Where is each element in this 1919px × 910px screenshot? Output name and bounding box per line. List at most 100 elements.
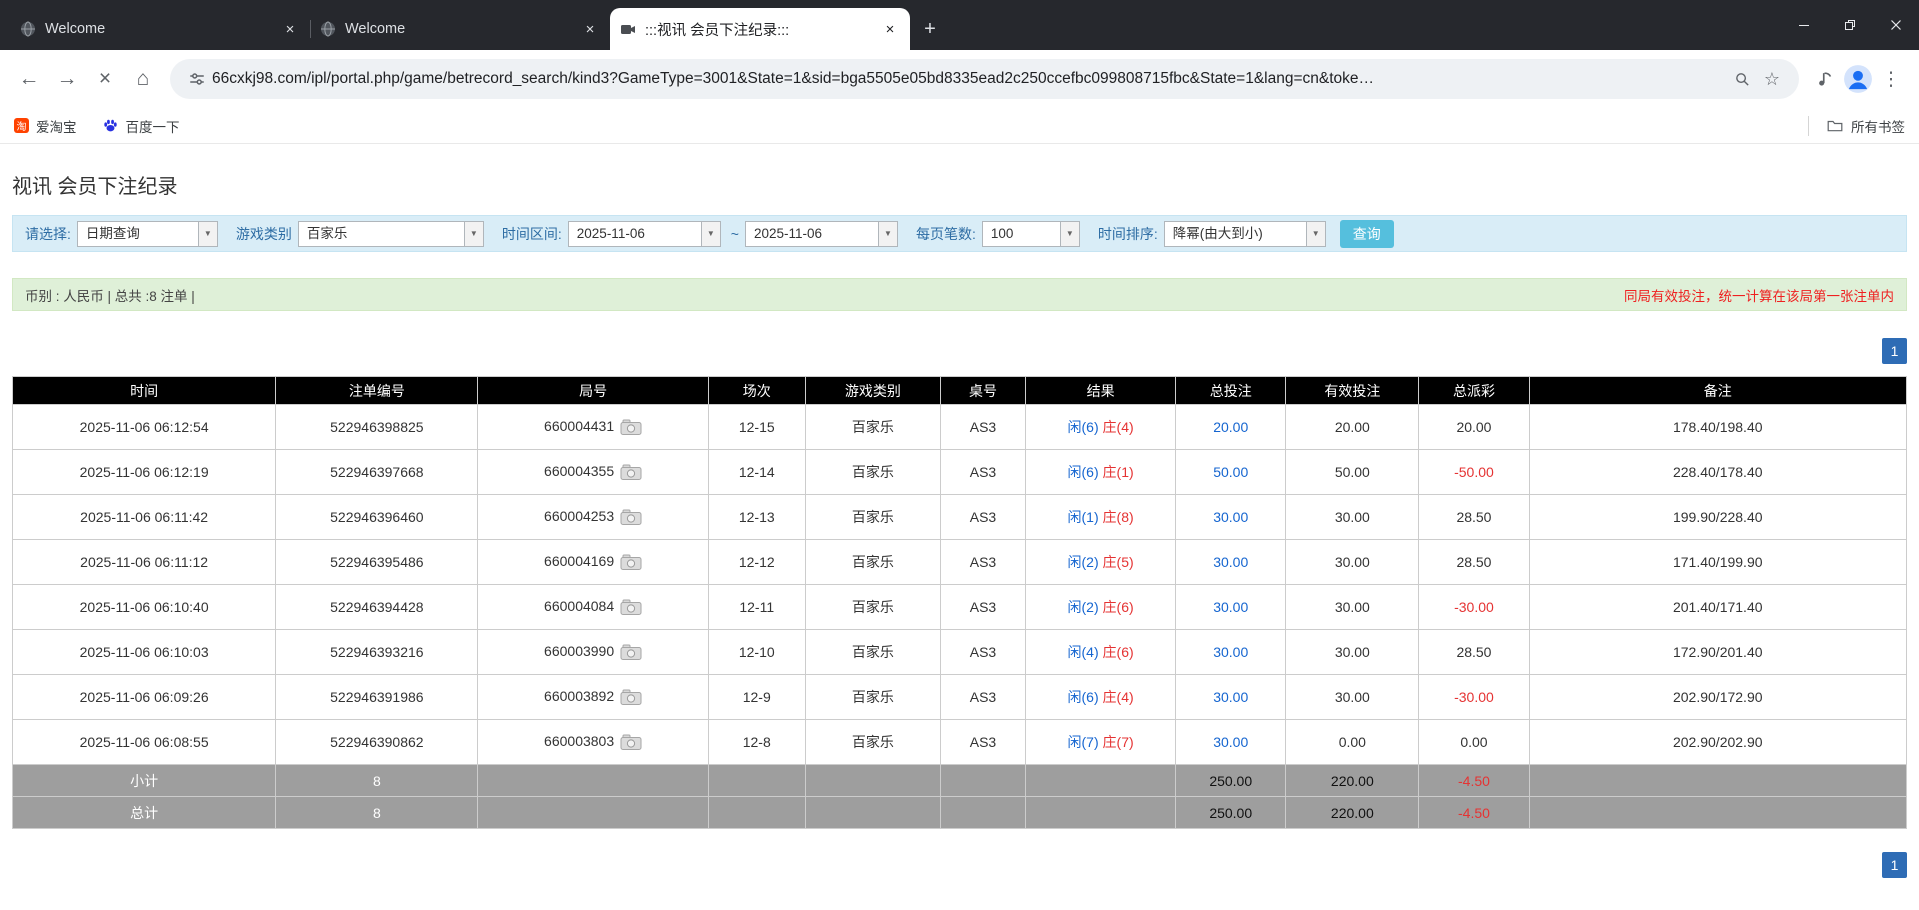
cell-time: 2025-11-06 06:12:19: [13, 450, 276, 495]
tab-welcome-2[interactable]: Welcome ×: [310, 8, 610, 50]
cell-time: 2025-11-06 06:12:54: [13, 405, 276, 450]
bookmark-star-icon[interactable]: ☆: [1757, 64, 1787, 94]
filter-label-sort: 时间排序:: [1098, 224, 1158, 244]
total-bet-link[interactable]: 30.00: [1176, 495, 1286, 540]
search-button[interactable]: 查询: [1340, 220, 1394, 248]
cell-valid-bet: 30.00: [1286, 585, 1419, 630]
replay-video-icon[interactable]: [620, 689, 642, 706]
chevron-down-icon: ▼: [878, 222, 897, 246]
total-row: 总计 8 250.00 220.00 -4.50: [13, 797, 1907, 829]
banker-result: 庄(4): [1103, 419, 1134, 435]
cell-session: 12-8: [708, 720, 805, 765]
page-1-button[interactable]: 1: [1882, 852, 1907, 878]
cell-round: 660003892: [478, 675, 708, 720]
all-bookmarks[interactable]: 所有书签: [1808, 116, 1905, 136]
replay-video-icon[interactable]: [620, 419, 642, 436]
cell-time: 2025-11-06 06:11:12: [13, 540, 276, 585]
total-bet-link[interactable]: 30.00: [1176, 585, 1286, 630]
replay-video-icon[interactable]: [620, 509, 642, 526]
folder-icon: [1827, 118, 1843, 134]
minimize-button[interactable]: [1781, 0, 1827, 50]
replay-video-icon[interactable]: [620, 554, 642, 571]
cell-session: 12-9: [708, 675, 805, 720]
bookmark-label: 百度一下: [126, 116, 180, 136]
page-size-select[interactable]: 100 ▼: [982, 221, 1080, 247]
stop-loading-button[interactable]: ×: [86, 60, 124, 98]
cell-table: AS3: [940, 675, 1025, 720]
filter-label-date-range: 时间区间:: [502, 224, 562, 244]
subtotal-count: 8: [276, 765, 478, 797]
media-controls-icon[interactable]: [1807, 61, 1843, 97]
back-button[interactable]: ←: [10, 60, 48, 98]
cell-bet-id: 522946391986: [276, 675, 478, 720]
game-type-select[interactable]: 百家乐 ▼: [298, 221, 484, 247]
forward-button[interactable]: →: [48, 60, 86, 98]
chevron-down-icon: ▼: [1060, 222, 1079, 246]
cell-game: 百家乐: [805, 675, 940, 720]
subtotal-row: 小计 8 250.00 220.00 -4.50: [13, 765, 1907, 797]
cell-bet-id: 522946398825: [276, 405, 478, 450]
cell-time: 2025-11-06 06:10:40: [13, 585, 276, 630]
query-type-select[interactable]: 日期查询 ▼: [77, 221, 218, 247]
tab-favicon-camera-icon: [620, 21, 636, 37]
replay-video-icon[interactable]: [620, 464, 642, 481]
cell-bet-id: 522946393216: [276, 630, 478, 675]
cell-game: 百家乐: [805, 540, 940, 585]
tab-title: Welcome: [45, 21, 271, 37]
address-bar[interactable]: 66cxkj98.com/ipl/portal.php/game/betreco…: [170, 59, 1799, 99]
replay-video-icon[interactable]: [620, 644, 642, 661]
cell-remark: 178.40/198.40: [1529, 405, 1906, 450]
cell-table: AS3: [940, 585, 1025, 630]
url-text[interactable]: 66cxkj98.com/ipl/portal.php/game/betreco…: [212, 70, 1727, 88]
replay-video-icon[interactable]: [620, 599, 642, 616]
cell-result: 闲(7) 庄(7): [1026, 720, 1176, 765]
cell-time: 2025-11-06 06:09:26: [13, 675, 276, 720]
zoom-icon[interactable]: [1727, 64, 1757, 94]
total-bet-link[interactable]: 30.00: [1176, 630, 1286, 675]
cell-result: 闲(6) 庄(1): [1026, 450, 1176, 495]
bookmark-aitaobao[interactable]: 淘 爱淘宝: [14, 116, 77, 136]
subtotal-payout: -4.50: [1419, 765, 1529, 797]
date-from-select[interactable]: 2025-11-06 ▼: [568, 221, 721, 247]
site-info-icon[interactable]: [182, 64, 212, 94]
total-bet-link[interactable]: 30.00: [1176, 540, 1286, 585]
bookmark-baidu[interactable]: 百度一下: [103, 116, 180, 136]
cell-remark: 199.90/228.40: [1529, 495, 1906, 540]
cell-game: 百家乐: [805, 720, 940, 765]
tab-close-icon[interactable]: ×: [280, 19, 300, 39]
total-bet-link[interactable]: 30.00: [1176, 720, 1286, 765]
profile-avatar[interactable]: [1843, 64, 1873, 94]
bookmark-label: 爱淘宝: [36, 116, 77, 136]
player-result: 闲(2): [1068, 599, 1099, 615]
browser-menu-icon[interactable]: ⋮: [1873, 61, 1909, 97]
player-result: 闲(2): [1068, 554, 1099, 570]
tab-welcome-1[interactable]: Welcome ×: [10, 8, 310, 50]
tab-close-icon[interactable]: ×: [880, 19, 900, 39]
tab-bet-records-active[interactable]: :::视讯 会员下注纪录::: ×: [610, 8, 910, 50]
subtotal-label: 小计: [13, 765, 276, 797]
cell-time: 2025-11-06 06:10:03: [13, 630, 276, 675]
table-row: 2025-11-06 06:12:54 522946398825 6600044…: [13, 405, 1907, 450]
date-to-select[interactable]: 2025-11-06 ▼: [745, 221, 898, 247]
replay-video-icon[interactable]: [620, 734, 642, 751]
total-bet-link[interactable]: 20.00: [1176, 405, 1286, 450]
new-tab-button[interactable]: +: [914, 13, 946, 45]
home-button[interactable]: ⌂: [124, 60, 162, 98]
cell-result: 闲(6) 庄(4): [1026, 675, 1176, 720]
cell-remark: 172.90/201.40: [1529, 630, 1906, 675]
tab-close-icon[interactable]: ×: [580, 19, 600, 39]
page-1-button[interactable]: 1: [1882, 338, 1907, 364]
window-controls: [1781, 0, 1919, 50]
restore-button[interactable]: [1827, 0, 1873, 50]
table-row: 2025-11-06 06:10:03 522946393216 6600039…: [13, 630, 1907, 675]
bookmarks-separator: [1808, 116, 1809, 136]
cell-round: 660004253: [478, 495, 708, 540]
sort-order-select[interactable]: 降幂(由大到小) ▼: [1164, 221, 1326, 247]
total-bet-link[interactable]: 50.00: [1176, 450, 1286, 495]
total-bet-link[interactable]: 30.00: [1176, 675, 1286, 720]
cell-game: 百家乐: [805, 495, 940, 540]
bet-records-table: 时间 注单编号 局号 场次 游戏类别 桌号 结果 总投注 有效投注 总派彩 备注…: [12, 376, 1907, 829]
close-button[interactable]: [1873, 0, 1919, 50]
cell-bet-id: 522946394428: [276, 585, 478, 630]
cell-game: 百家乐: [805, 630, 940, 675]
